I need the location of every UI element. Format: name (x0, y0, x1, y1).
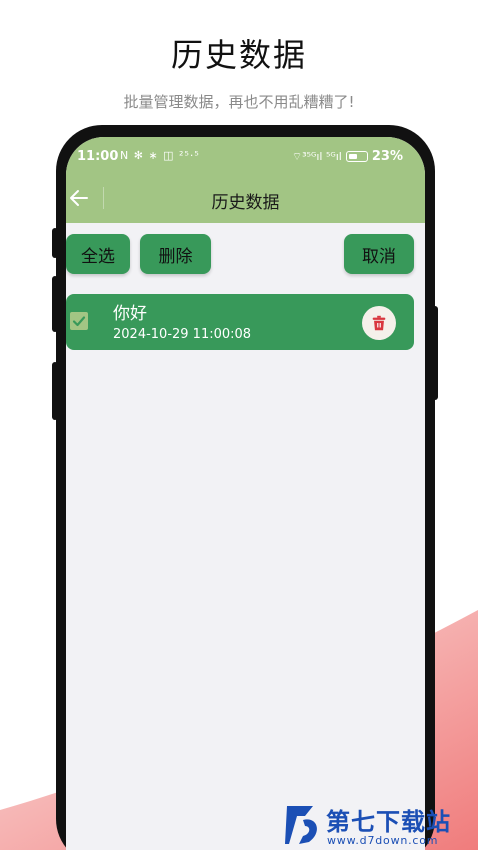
trash-icon (372, 315, 386, 331)
watermark-brand: 第七下载站 (326, 808, 451, 836)
record-checkbox[interactable] (70, 312, 88, 330)
watermark: 第七下载站 www.d7down.com (283, 800, 478, 850)
page-title: 历史数据 (211, 193, 280, 213)
watermark-url: www.d7down.com (327, 834, 439, 847)
signal-icon: ⌔³⁵ᴳıl ⁵ᴳıl (291, 149, 342, 163)
status-left-icons: N ✻ ∗ ◫ ²⁵·⁵ (120, 149, 200, 162)
record-timestamp: 2024-10-29 11:00:08 (113, 327, 252, 342)
select-all-button[interactable]: 全选 (66, 234, 130, 274)
cancel-button[interactable]: 取消 (344, 234, 414, 274)
app-bar: 11:00 N ✻ ∗ ◫ ²⁵·⁵ ⌔³⁵ᴳıl ⁵ᴳıl 23% 历史数据 (66, 137, 425, 223)
battery-icon (345, 151, 368, 162)
delete-record-button[interactable] (362, 306, 396, 340)
delete-button[interactable]: 删除 (140, 234, 211, 274)
status-time: 11:00 (77, 149, 119, 164)
promo-title: 历史数据 (170, 36, 307, 74)
promo-subtitle: 批量管理数据，再也不用乱糟糟了! (123, 93, 355, 111)
list-item[interactable]: 你好 2024-10-29 11:00:08 (66, 294, 414, 350)
checkmark-icon (72, 316, 86, 327)
battery-percent: 23% (371, 149, 403, 164)
status-right-group: ⌔³⁵ᴳıl ⁵ᴳıl 23% (292, 149, 403, 164)
record-title: 你好 (113, 304, 147, 324)
brand-logo-icon (285, 806, 317, 844)
phone-screen: 11:00 N ✻ ∗ ◫ ²⁵·⁵ ⌔³⁵ᴳıl ⁵ᴳıl 23% 历史数据 … (66, 137, 425, 850)
